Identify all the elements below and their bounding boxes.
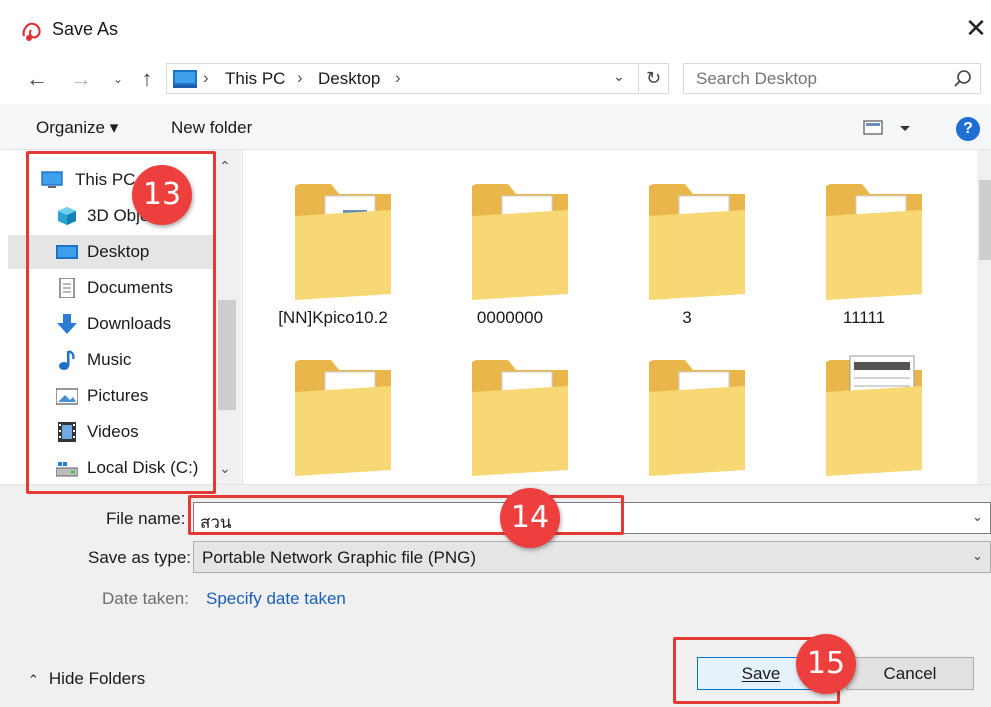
up-arrow-icon[interactable]: ↑	[132, 64, 162, 94]
file-name-dropdown-icon[interactable]: ⌄	[972, 509, 983, 525]
date-taken-label: Date taken:	[102, 589, 189, 608]
folder-icon	[295, 184, 391, 300]
file-item[interactable]: [NN]Kpico10.2	[253, 150, 413, 327]
nav-scrollbar[interactable]: ⌃ ⌄	[213, 150, 241, 484]
folder-icon: X	[826, 184, 922, 300]
title-bar: Save As ✕	[0, 0, 991, 56]
address-dropdown-icon[interactable]: ⌄	[613, 68, 625, 85]
file-label: 3	[682, 308, 692, 327]
breadcrumb-desktop[interactable]: Desktop	[318, 69, 380, 89]
step-badge-13: 13	[132, 165, 192, 225]
folder-icon	[826, 355, 922, 476]
window-title: Save As	[52, 19, 119, 39]
file-item[interactable]: e	[607, 326, 767, 496]
file-item[interactable]: X3	[607, 150, 767, 327]
back-arrow-icon[interactable]: ←	[22, 64, 52, 94]
command-toolbar: Organize ▾ New folder ?	[0, 104, 991, 150]
step-badge-15: 15	[796, 634, 856, 694]
chevron-up-icon: ⌃	[28, 672, 39, 687]
organize-menu-button[interactable]: Organize ▾	[36, 118, 118, 138]
folder-icon: X	[295, 360, 391, 476]
scroll-down-icon[interactable]: ⌄	[219, 460, 231, 477]
folder-icon: W	[472, 360, 568, 476]
file-list-pane: [NN]Kpico10.2W0000000X3X11111XWe	[242, 150, 977, 484]
file-item[interactable]: W 0000000	[430, 150, 590, 327]
breadcrumb-separator-icon: ›	[395, 68, 401, 87]
forward-arrow-icon[interactable]: →	[66, 64, 96, 94]
recent-locations-chevron-icon[interactable]: ⌄	[108, 64, 128, 94]
file-item[interactable]	[784, 326, 944, 496]
close-button[interactable]: ✕	[962, 14, 990, 44]
file-name-label: File name:	[106, 509, 186, 528]
help-icon[interactable]: ?	[956, 117, 980, 141]
breadcrumb-this-pc[interactable]: This PC	[225, 69, 285, 89]
file-scrollbar[interactable]	[977, 150, 991, 484]
paint-app-icon	[22, 22, 41, 41]
new-folder-button[interactable]: New folder	[171, 118, 252, 138]
scroll-up-icon[interactable]: ⌃	[219, 158, 231, 175]
save-type-label: Save as type:	[88, 548, 192, 567]
address-bar[interactable]: › This PC › Desktop › ⌄ ↻	[166, 63, 669, 94]
save-type-value: Portable Network Graphic file (PNG)	[202, 548, 476, 567]
pc-icon	[173, 70, 197, 88]
file-label: [NN]Kpico10.2	[278, 308, 388, 327]
refresh-icon[interactable]: ↻	[638, 64, 668, 93]
folder-icon: W	[472, 184, 568, 300]
file-item[interactable]: X 11111	[784, 150, 944, 327]
search-input[interactable]	[684, 64, 944, 93]
file-label: 11111	[842, 308, 886, 327]
scrollbar-thumb[interactable]	[979, 180, 991, 260]
scrollbar-thumb[interactable]	[218, 300, 236, 410]
cancel-button[interactable]: Cancel	[846, 657, 974, 690]
folder-icon: X	[649, 184, 745, 300]
specify-date-link[interactable]: Specify date taken	[206, 589, 346, 609]
file-item[interactable]: X	[253, 326, 413, 496]
search-icon	[954, 70, 971, 87]
folder-icon: e	[649, 360, 745, 476]
hide-folders-button[interactable]: ⌃ Hide Folders	[28, 669, 145, 689]
save-type-dropdown-icon[interactable]: ⌄	[972, 548, 983, 564]
file-label: 0000000	[476, 308, 544, 327]
save-type-select[interactable]: Portable Network Graphic file (PNG) ⌄	[193, 541, 991, 573]
search-box[interactable]	[683, 63, 981, 94]
step-badge-14: 14	[500, 488, 560, 548]
breadcrumb-separator-icon: ›	[203, 68, 209, 87]
breadcrumb-separator-icon: ›	[297, 68, 303, 87]
hide-folders-label: Hide Folders	[48, 669, 146, 688]
file-item[interactable]: W	[430, 326, 590, 496]
change-view-icon[interactable]	[862, 118, 918, 138]
